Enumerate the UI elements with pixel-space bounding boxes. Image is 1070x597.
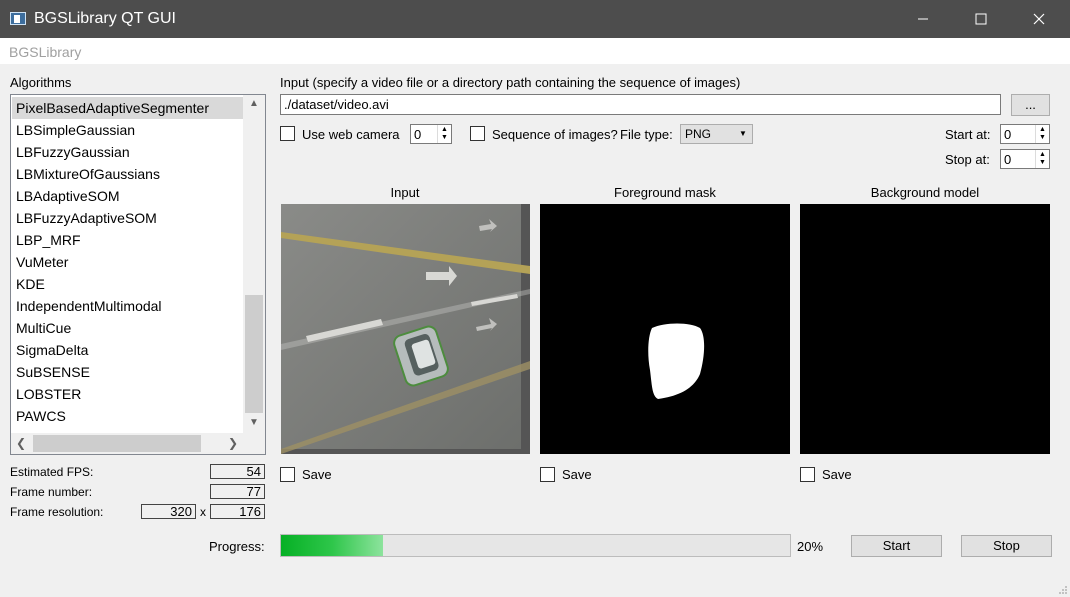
background-model-view (800, 204, 1050, 454)
use-webcam-label: Use web camera (302, 127, 400, 142)
resize-grip-icon[interactable] (1058, 585, 1068, 595)
minimize-button[interactable] (894, 0, 952, 38)
frame-number-label: Frame number: (10, 485, 93, 499)
stop-at-spinbox[interactable]: 0 ▲ ▼ (1000, 149, 1050, 169)
start-at-spinbox[interactable]: 0 ▲ ▼ (1000, 124, 1050, 144)
list-item[interactable]: IndependentMultimodal (12, 295, 244, 317)
input-path-field[interactable]: ./dataset/video.avi (280, 94, 1001, 115)
background-view-title: Background model (870, 185, 980, 200)
app-icon (10, 12, 26, 25)
save-input-checkbox[interactable] (280, 467, 295, 482)
progress-percent: 20% (797, 539, 824, 554)
list-item[interactable]: LBFuzzyAdaptiveSOM (12, 207, 244, 229)
spin-up-icon[interactable]: ▲ (1039, 126, 1046, 133)
algorithms-label: Algorithms (10, 75, 72, 90)
list-item[interactable]: LBSimpleGaussian (12, 119, 244, 141)
start-at-label: Start at: (945, 127, 991, 142)
spin-down-icon[interactable]: ▼ (1039, 159, 1046, 166)
vertical-scrollbar[interactable]: ▲ ▼ (243, 95, 265, 433)
input-frame-image (281, 204, 530, 454)
input-view-title: Input (390, 185, 420, 200)
spin-arrows[interactable]: ▲ ▼ (1035, 125, 1049, 143)
chevron-down-icon: ▼ (739, 129, 747, 138)
stop-at-value: 0 (1004, 152, 1012, 167)
list-item[interactable]: LBMixtureOfGaussians (12, 163, 244, 185)
scroll-left-icon[interactable]: ❮ (11, 433, 31, 454)
sequence-checkbox[interactable] (470, 126, 485, 141)
filetype-select[interactable]: PNG ▼ (680, 124, 753, 144)
algorithms-list[interactable]: PixelBasedAdaptiveSegmenter LBSimpleGaus… (10, 94, 266, 455)
sequence-label: Sequence of images? (492, 127, 618, 142)
resolution-separator: x (200, 505, 206, 519)
save-background-label: Save (822, 467, 852, 482)
list-item[interactable]: LOBSTER (12, 383, 244, 405)
progress-bar (280, 534, 791, 557)
save-input-label: Save (302, 467, 332, 482)
filetype-label: File type: (620, 127, 673, 142)
start-button[interactable]: Start (851, 535, 942, 557)
road-scene-image (281, 204, 530, 454)
resolution-height: 176 (210, 504, 265, 519)
foreground-blob-image (648, 323, 705, 399)
close-button[interactable] (1010, 0, 1068, 38)
horizontal-scrollbar[interactable]: ❮ ❯ (11, 433, 265, 454)
spin-arrows[interactable]: ▲ ▼ (437, 125, 451, 143)
browse-button[interactable]: ... (1011, 94, 1050, 116)
start-at-value: 0 (1004, 127, 1012, 142)
foreground-view-title: Foreground mask (614, 185, 716, 200)
input-label: Input (specify a video file or a directo… (280, 75, 741, 90)
spin-arrows[interactable]: ▲ ▼ (1035, 150, 1049, 168)
spin-up-icon[interactable]: ▲ (1039, 151, 1046, 158)
list-item[interactable]: SuBSENSE (12, 361, 244, 383)
scroll-right-icon[interactable]: ❯ (223, 433, 243, 454)
list-item[interactable]: SigmaDelta (12, 339, 244, 361)
maximize-button[interactable] (952, 0, 1010, 38)
spin-down-icon[interactable]: ▼ (441, 134, 448, 141)
save-background-checkbox[interactable] (800, 467, 815, 482)
menu-bar (0, 38, 1070, 64)
save-foreground-label: Save (562, 467, 592, 482)
list-item[interactable]: VuMeter (12, 251, 244, 273)
vertical-scroll-thumb[interactable] (245, 295, 263, 413)
fps-value: 54 (210, 464, 265, 479)
save-foreground-checkbox[interactable] (540, 467, 555, 482)
window-title: BGSLibrary QT GUI (34, 10, 176, 27)
list-item[interactable]: PixelBasedAdaptiveSegmenter (12, 97, 244, 119)
frame-resolution-label: Frame resolution: (10, 505, 104, 519)
list-item[interactable]: MultiCue (12, 317, 244, 339)
close-icon (1033, 13, 1045, 25)
spin-down-icon[interactable]: ▼ (1039, 134, 1046, 141)
list-item[interactable]: LBP_MRF (12, 229, 244, 251)
list-item[interactable]: KDE (12, 273, 244, 295)
list-item[interactable]: LBFuzzyGaussian (12, 141, 244, 163)
menu-bgslibrary[interactable]: BGSLibrary (9, 44, 81, 60)
resolution-width: 320 (141, 504, 196, 519)
foreground-mask-view (540, 204, 790, 454)
minimize-icon (918, 18, 928, 20)
use-webcam-checkbox[interactable] (280, 126, 295, 141)
webcam-index-value: 0 (414, 127, 422, 142)
spin-up-icon[interactable]: ▲ (441, 126, 448, 133)
maximize-icon (975, 13, 987, 25)
stop-button[interactable]: Stop (961, 535, 1052, 557)
fps-label: Estimated FPS: (10, 465, 94, 479)
progress-fill (281, 535, 383, 556)
scroll-up-icon[interactable]: ▲ (243, 95, 265, 113)
webcam-index-spinbox[interactable]: 0 ▲ ▼ (410, 124, 452, 144)
progress-label: Progress: (209, 539, 265, 554)
filetype-value: PNG (685, 127, 712, 141)
stop-at-label: Stop at: (945, 152, 990, 167)
list-item[interactable]: PAWCS (12, 405, 244, 427)
horizontal-scroll-thumb[interactable] (33, 435, 201, 452)
list-item[interactable]: LBAdaptiveSOM (12, 185, 244, 207)
frame-number-value: 77 (210, 484, 265, 499)
scroll-down-icon[interactable]: ▼ (243, 413, 265, 433)
